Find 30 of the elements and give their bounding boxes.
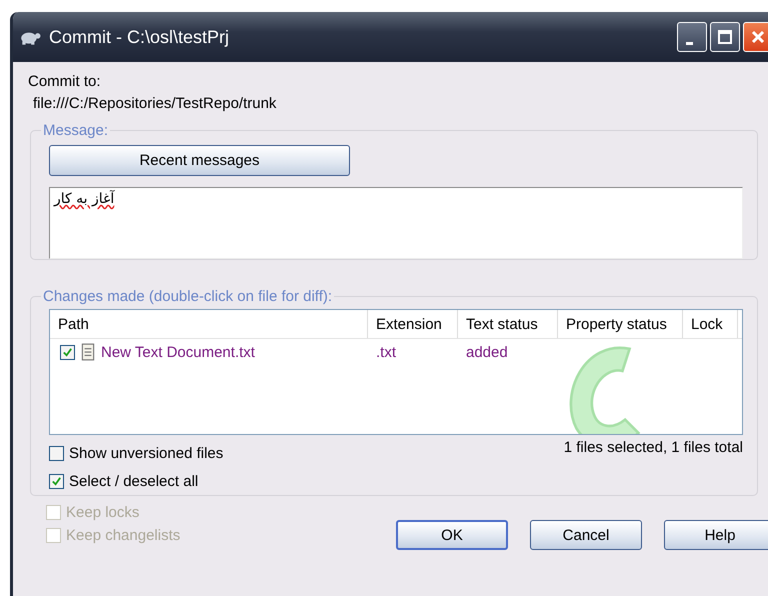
checkbox[interactable] [60,344,75,360]
column-header[interactable]: Path [50,310,368,338]
minimize-button[interactable] [677,22,707,52]
checkbox[interactable] [49,474,64,489]
column-header[interactable]: Extension [368,310,458,338]
column-header[interactable]: Lock [683,310,738,338]
group-label: Message: [42,122,110,139]
selection-summary: 1 files selected, 1 files total [564,439,743,458]
window-title: Commit - C:\osl\testPrj [49,26,230,48]
group-label: Changes made (double-click on file for diff): [42,288,334,305]
checkbox[interactable] [49,446,64,461]
repository-url: file:///C:/Repositories/TestRepo/trunk [33,95,278,112]
checkbox-label[interactable]: Show unversioned files [69,445,224,462]
dialog-button[interactable]: Cancel [530,520,642,550]
checkbox-label[interactable]: Select / deselect all [69,473,198,490]
column-header[interactable]: Text status [458,310,558,338]
maximize-icon [715,27,735,47]
close-button[interactable] [743,22,768,52]
table-cell-text: added [465,344,509,360]
file-name[interactable]: New Text Document.txt [101,344,255,360]
maximize-button[interactable] [710,22,740,52]
commit-to-label: Commit to: [28,73,102,90]
recent-messages-button[interactable]: Recent messages [49,145,350,176]
dialog-button[interactable]: OK [396,520,508,550]
text-file-icon [81,343,95,361]
dialog-button[interactable]: Help [664,520,768,550]
column-header[interactable]: Property status [558,310,683,338]
minimize-icon [686,42,692,44]
message-field[interactable]: آغاز به کار [49,187,743,259]
table-cell-text: .txt [375,344,398,360]
